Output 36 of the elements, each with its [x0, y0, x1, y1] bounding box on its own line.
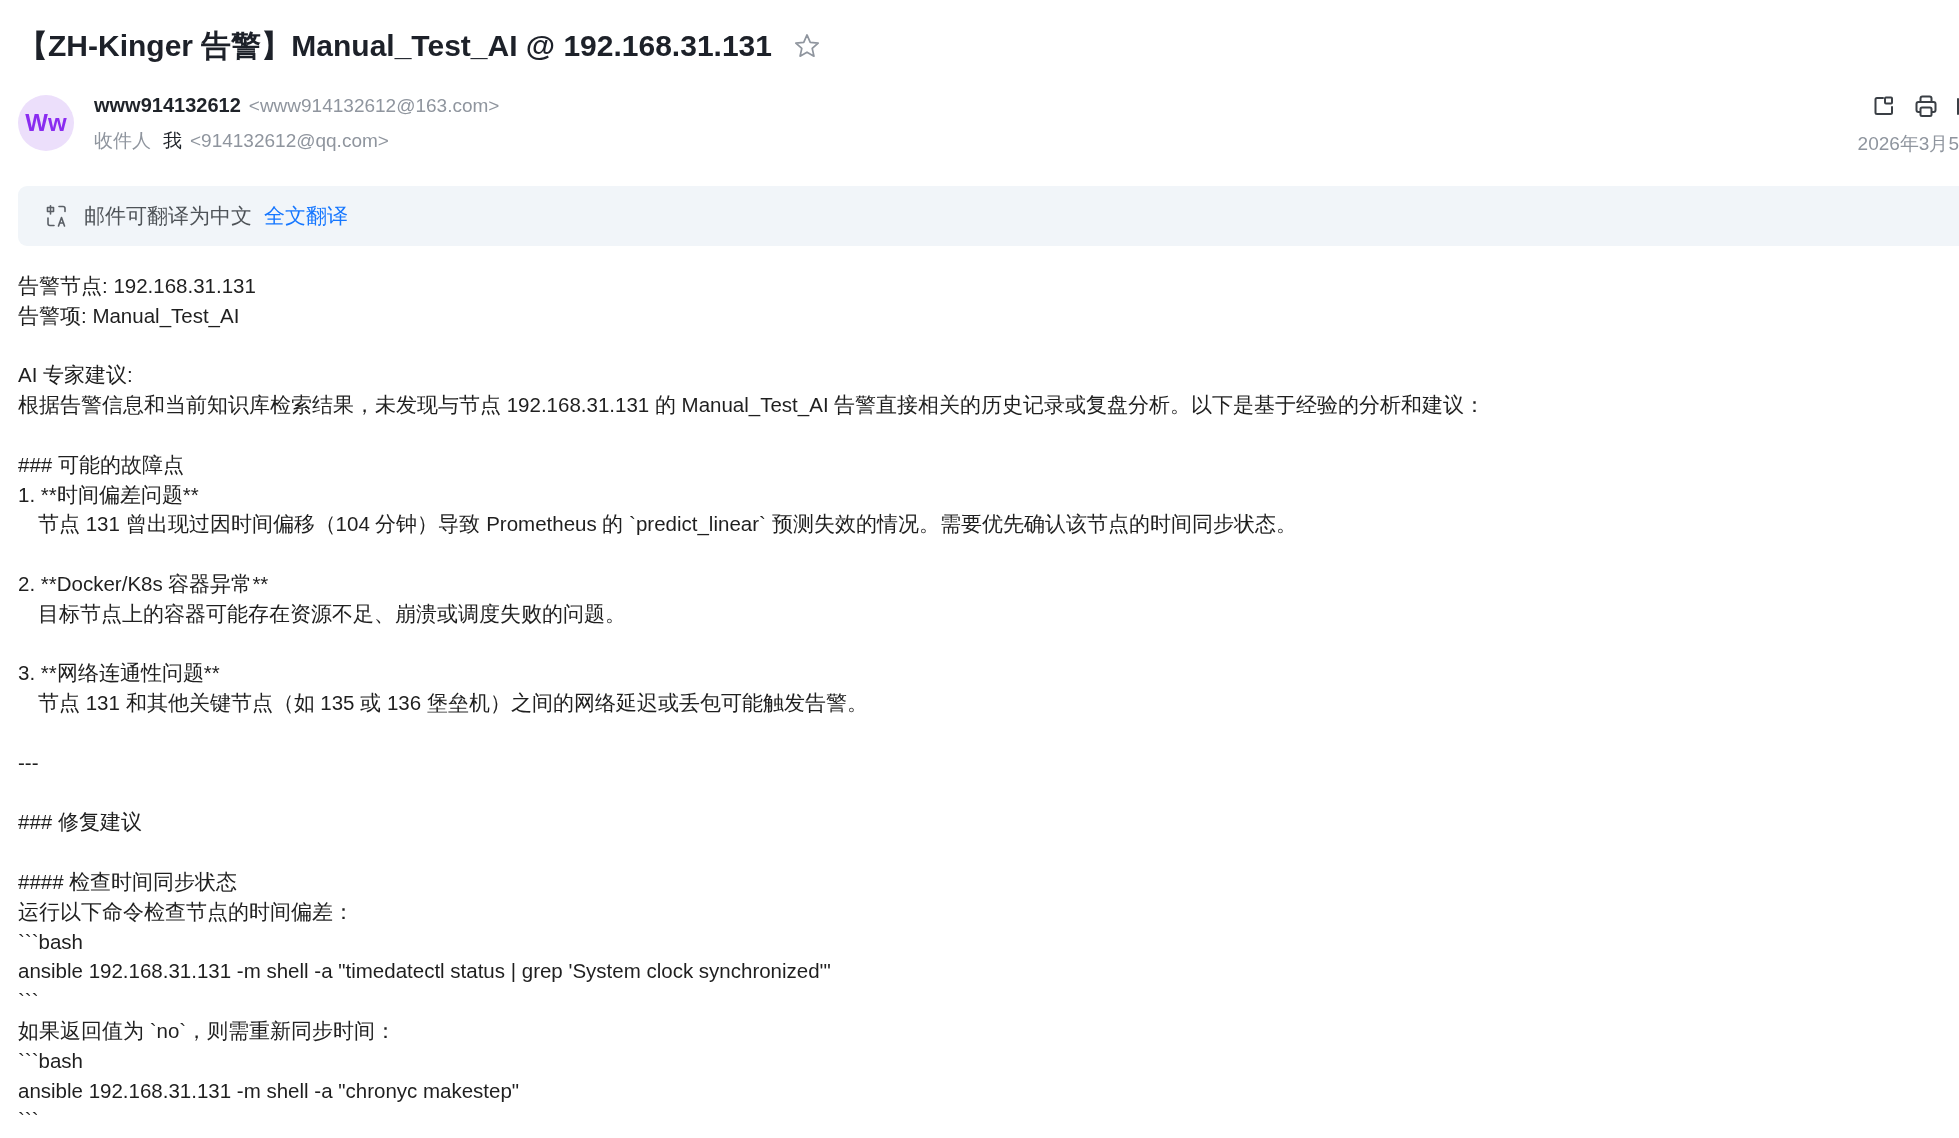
body-text-line: ```bash	[18, 928, 83, 955]
body-text-line: 3. **网络连通性问题**	[18, 660, 220, 687]
body-text-line: 1. **时间偏差问题**	[18, 481, 199, 508]
recipient-name: 我	[163, 129, 182, 153]
sender-avatar: Ww	[18, 95, 74, 151]
body-text-line: ---	[18, 749, 39, 776]
body-text-line: #### 检查时间同步状态	[18, 868, 238, 895]
body-text-line: 节点 131 曾出现过因时间偏移（104 分钟）导致 Prometheus 的 `predict_linear` 预测失效的情况。需要优先确认该节点的时间同步状态。	[38, 511, 1297, 538]
body-text-line: AI 专家建议:	[18, 362, 133, 389]
body-text-line: ```bash	[18, 1047, 83, 1074]
email-subject: 【ZH-Kinger 告警】Manual_Test_AI @ 192.168.31.131	[18, 28, 772, 64]
recipient-label: 收件人	[94, 129, 151, 153]
body-text-line: 告警节点: 192.168.31.131	[18, 273, 256, 299]
body-text-line: ### 可能的故障点	[18, 451, 184, 478]
body-text-line: ```	[18, 1107, 39, 1134]
body-text-line: ansible 192.168.31.131 -m shell -a "timedatectl status | grep 'System clock synchronized'"	[18, 958, 831, 985]
star-icon[interactable]	[793, 33, 820, 59]
body-text-line: ```	[18, 988, 39, 1015]
print-icon[interactable]	[1914, 94, 1938, 118]
body-text-line: 节点 131 和其他关键节点（如 135 或 136 堡垒机）之间的网络延迟或丢包可能触发告警。	[38, 690, 868, 717]
popout-icon[interactable]	[1874, 96, 1894, 116]
translate-link[interactable]: 全文翻译	[264, 202, 348, 230]
translate-icon	[46, 205, 68, 227]
body-text-line: 运行以下命令检查节点的时间偏差：	[18, 898, 354, 925]
body-text-line: ansible 192.168.31.131 -m shell -a "chronyc makestep"	[18, 1077, 520, 1104]
email-date: 2026年3月5	[1857, 132, 1959, 156]
body-text-line: 目标节点上的容器可能存在资源不足、崩溃或调度失败的问题。	[38, 600, 626, 627]
sender-address: <www914132612@163.com>	[248, 94, 500, 118]
body-text-line: 2. **Docker/K8s 容器异常**	[18, 570, 269, 597]
body-text-line: 根据告警信息和当前知识库检索结果，未发现与节点 192.168.31.131 的 Manual_Test_AI 告警直接相关的历史记录或复盘分析。以下是基于经验的分析和建议：	[18, 392, 1486, 419]
translation-message: 邮件可翻译为中文	[84, 203, 252, 229]
body-text-line: 告警项: Manual_Test_AI	[18, 302, 240, 330]
recipient-address: <914132612@qq.com>	[190, 129, 389, 153]
body-text-line: 如果返回值为 `no`，则需重新同步时间：	[18, 1017, 397, 1044]
body-text-line: ### 修复建议	[18, 809, 142, 836]
sender-name: www914132612	[94, 93, 241, 118]
